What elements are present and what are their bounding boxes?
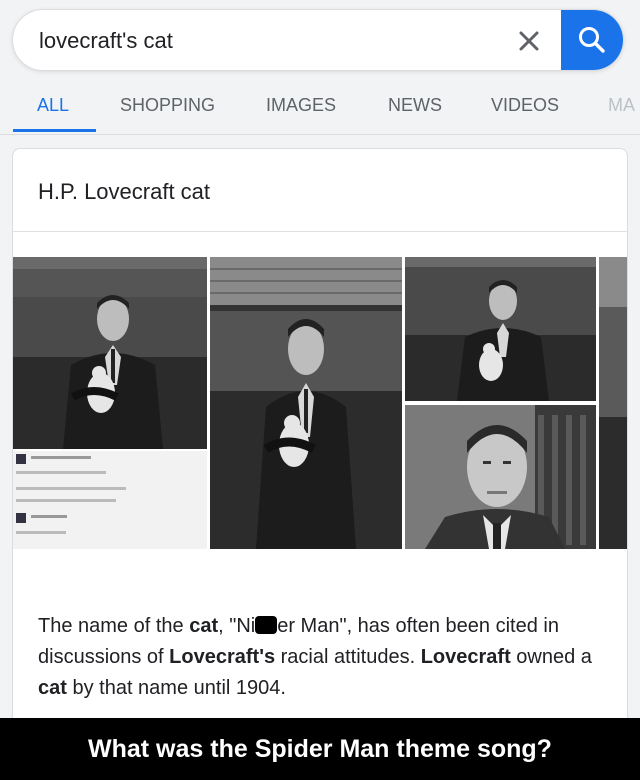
- search-tabs: ALL SHOPPING IMAGES NEWS VIDEOS MA: [0, 92, 640, 134]
- snippet-text: by that name until 1904.: [66, 677, 286, 699]
- image-result-1[interactable]: [13, 257, 207, 449]
- snippet-text: owned a: [510, 646, 592, 668]
- snippet-text: racial attitudes.: [275, 646, 421, 668]
- image-result-5[interactable]: [599, 257, 627, 549]
- clear-search-button[interactable]: [509, 22, 549, 60]
- image-result-4[interactable]: [405, 405, 596, 549]
- active-tab-indicator: [13, 129, 96, 132]
- image-result-2[interactable]: [210, 257, 402, 549]
- search-button[interactable]: [561, 10, 623, 70]
- snippet-bold: Lovecraft: [420, 646, 511, 668]
- tabs-divider: [0, 134, 640, 135]
- image-result-3[interactable]: [405, 257, 596, 401]
- tab-videos[interactable]: VIDEOS: [491, 95, 559, 116]
- card-title[interactable]: H.P. Lovecraft cat: [38, 179, 210, 205]
- photo-man-holding-cat-crop: [405, 257, 596, 401]
- screenshot-thumbnail: [13, 451, 207, 549]
- search-icon: [579, 27, 605, 53]
- tab-shopping[interactable]: SHOPPING: [120, 95, 215, 116]
- snippet-bold: cat: [38, 677, 67, 699]
- photo-portrait: [405, 405, 596, 549]
- result-card: H.P. Lovecraft cat The name of the cat, …: [12, 148, 628, 733]
- tab-all[interactable]: ALL: [37, 95, 69, 116]
- search-input[interactable]: [39, 26, 499, 56]
- result-snippet: The name of the cat, "Ni er Man", has oft…: [38, 611, 608, 704]
- snippet-bold: Lovecraft's: [169, 646, 276, 668]
- search-bar: [12, 9, 624, 71]
- image-result-screenshot[interactable]: [13, 451, 207, 549]
- tab-news[interactable]: NEWS: [388, 95, 442, 116]
- caption-text: What was the Spider Man theme song?: [88, 734, 552, 763]
- redaction-mark: [255, 616, 278, 634]
- caption-bar: What was the Spider Man theme song?: [0, 718, 640, 780]
- snippet-text: , "Ni: [218, 615, 256, 637]
- close-icon: [519, 31, 539, 51]
- card-divider: [13, 231, 627, 232]
- tab-more[interactable]: MA: [608, 95, 635, 116]
- snippet-bold: cat: [189, 615, 219, 637]
- photo-partial: [599, 257, 627, 549]
- photo-man-holding-cat-wall: [210, 257, 402, 549]
- snippet-text: The name of the: [38, 615, 190, 637]
- photo-man-holding-cat: [13, 257, 207, 449]
- tab-images[interactable]: IMAGES: [266, 95, 336, 116]
